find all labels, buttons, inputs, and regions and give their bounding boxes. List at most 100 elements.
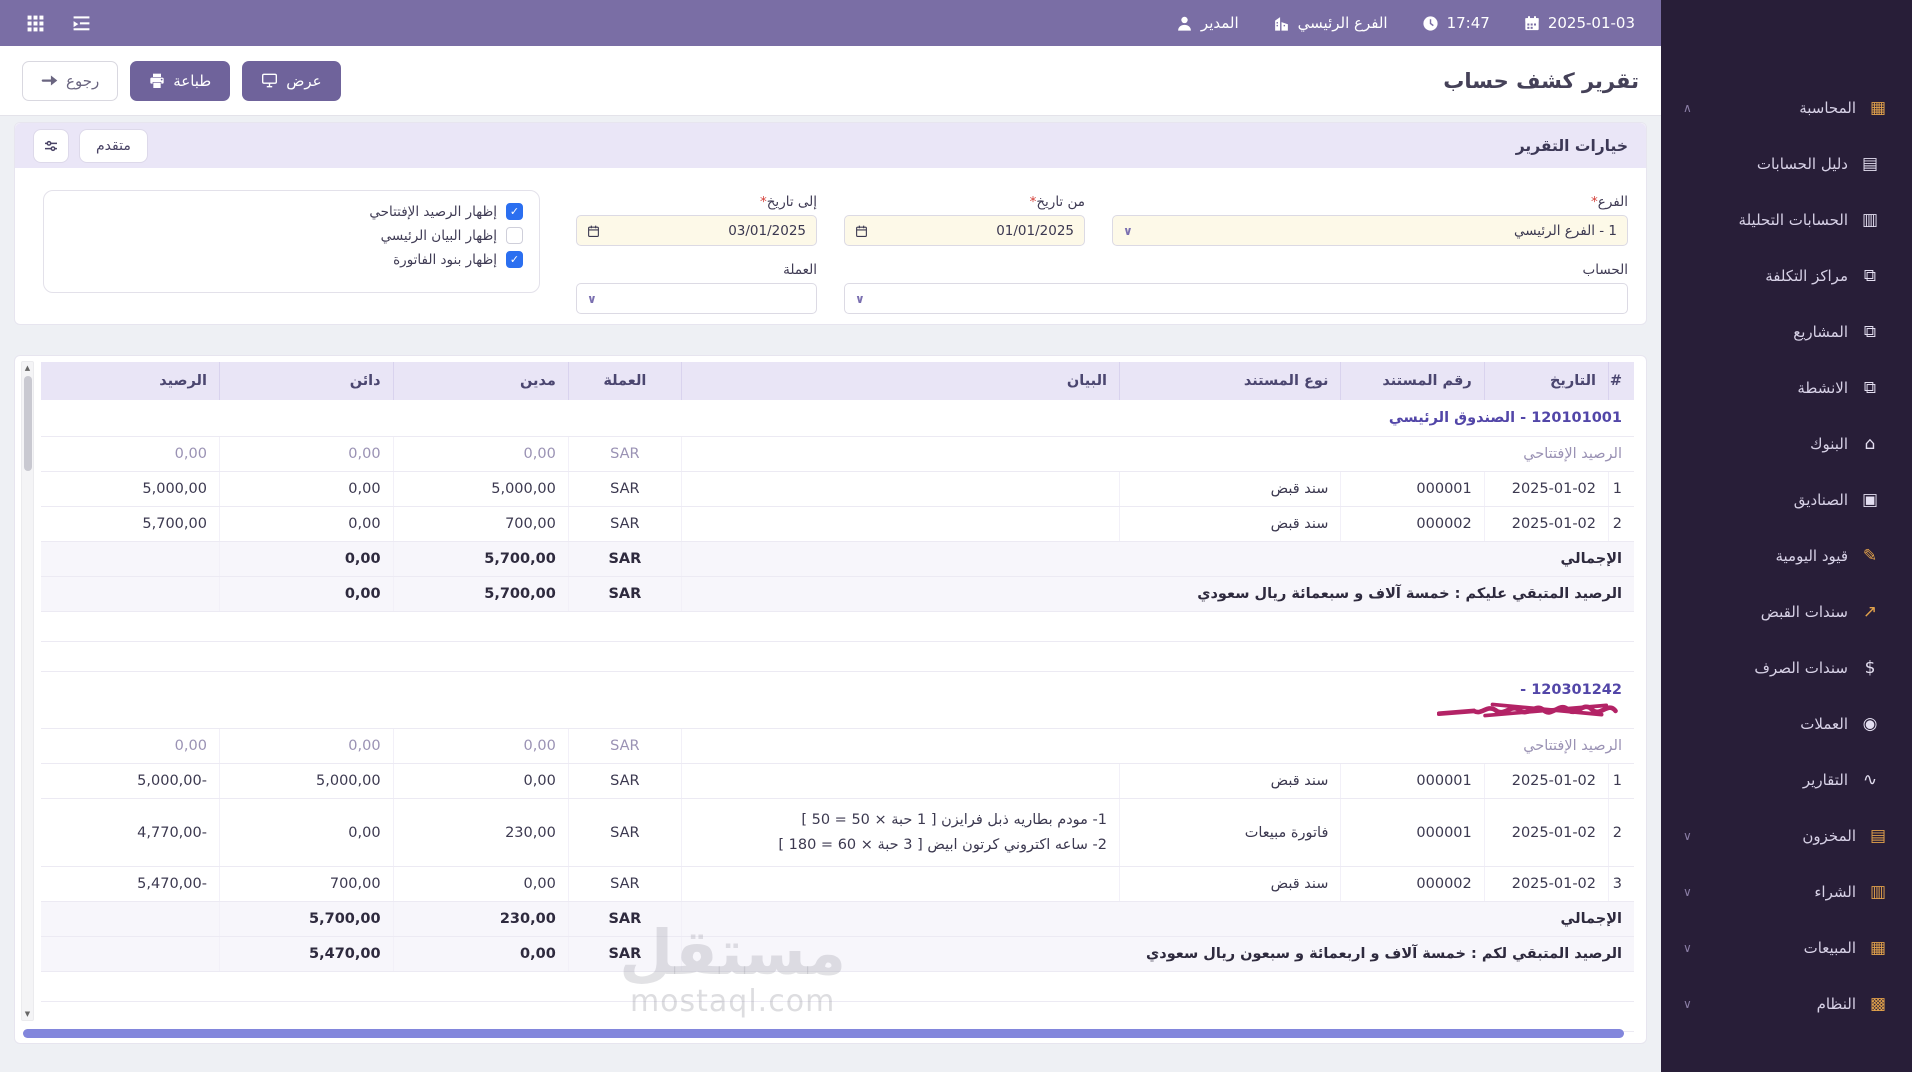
inventory-icon: ▤ (1869, 826, 1887, 846)
app-root: ▦ المحاسبة ∧ ▤ دليل الحسابات ▥ الحسابات التحلي… (0, 0, 1912, 1072)
sidebar-item-inventory[interactable]: ▤ المخزون ∨ (1661, 810, 1912, 862)
opening-label: الرصيد الإفتتاحي (680, 436, 1634, 472)
sec-row: 120301242 - (41, 671, 1634, 729)
page-title: تقرير كشف حساب (1443, 68, 1639, 93)
credit-cell: 0,00 (218, 541, 394, 577)
description-cell (680, 506, 1120, 542)
report-options-panel: خيارات التقرير متقدم الفرع* 1 - الفرع ال… (14, 122, 1647, 325)
branch-label: الفرع الرئيسي (1297, 14, 1388, 32)
remaining-label: الرصيد المتبقي عليكم : خمسة آلاف و سبعما… (680, 576, 1634, 612)
sidebar-item-label: العملات (1800, 715, 1848, 733)
balance-cell: 5,000,00 (41, 471, 220, 507)
to-date-input[interactable]: 03/01/2025 (576, 215, 817, 246)
branch-field: الفرع* 1 - الفرع الرئيسي ∨ (1112, 194, 1628, 246)
to-date-label: إلى تاريخ* (759, 194, 817, 210)
sidebar-item-sales[interactable]: ▦ المبيعات ∨ (1661, 922, 1912, 974)
account-link[interactable]: 120101001 - الصندوق الرئيسي (1389, 410, 1622, 426)
calendar-icon (587, 224, 600, 238)
sidebar-item-safes[interactable]: ▣ الصناديق (1661, 474, 1912, 526)
sidebar-item-activities[interactable]: ⧉ الانشطة (1661, 362, 1912, 414)
print-button[interactable]: طباعة (130, 60, 231, 101)
checkbox-checked-icon[interactable]: ✓ (506, 203, 523, 220)
column-header-1: التاريخ (1483, 362, 1609, 400)
account-link[interactable]: 120301242 - (1520, 682, 1622, 698)
checkbox-label: إظهار الرصيد الإفتتاحي (369, 203, 497, 220)
debit-cell: 0,00 (392, 436, 569, 472)
chart-of-accounts-icon: ▤ (1861, 154, 1879, 174)
sidebar-item-reports[interactable]: ∿ التقارير (1661, 754, 1912, 806)
sidebar-item-label: الشراء (1814, 883, 1856, 901)
row-number: 1 (1608, 471, 1634, 507)
currency-cell: SAR (567, 901, 682, 938)
account-select[interactable]: ∨ (844, 283, 1628, 314)
branch-select[interactable]: 1 - الفرع الرئيسي ∨ (1112, 215, 1628, 246)
tot-row: الإجمالي SAR 230,00 5,700,00 (41, 901, 1634, 938)
currency-select[interactable]: ∨ (576, 283, 817, 314)
credit-cell: 700,00 (218, 866, 394, 903)
debit-cell: 0,00 (392, 936, 569, 973)
horizontal-scrollbar[interactable] (23, 1029, 1624, 1038)
apps-grid-icon[interactable] (26, 14, 45, 33)
branch-label: الفرع* (1591, 194, 1628, 210)
scroll-down-icon[interactable]: ▼ (22, 1009, 33, 1019)
date-label: 2025-01-03 (1547, 14, 1635, 32)
credit-cell: 0,00 (218, 506, 394, 542)
debit-cell: 0,00 (392, 728, 569, 764)
sidebar-item-accounting[interactable]: ▦ المحاسبة ∧ (1661, 82, 1912, 134)
currency-field: العملة ∨ (576, 262, 817, 314)
sidebar-item-journal-entries[interactable]: ✎ قيود اليومية (1661, 530, 1912, 582)
checkbox-show-invoice-items[interactable]: ✓ إظهار بنود الفاتورة (60, 251, 523, 268)
description-cell: 1- مودم بطاريه ذبل فرايزن [ 1 حبة × 50 =… (680, 798, 1120, 868)
chevron-down-icon: ∨ (1683, 885, 1692, 899)
sidebar-item-label: سندات القبض (1760, 603, 1848, 621)
total-label: الإجمالي (680, 901, 1634, 938)
doc-type-cell: فاتورة مبيعات (1118, 798, 1341, 868)
spacer-row (41, 971, 1634, 1003)
sidebar-item-payment-vouchers[interactable]: $ سندات الصرف (1661, 642, 1912, 694)
spacer-row (41, 641, 1634, 672)
journal-entries-icon: ✎ (1862, 546, 1878, 566)
advanced-button[interactable]: متقدم (79, 128, 148, 163)
credit-cell: 0,00 (218, 436, 394, 472)
purchases-icon: ▥ (1869, 882, 1887, 902)
content: خيارات التقرير متقدم الفرع* 1 - الفرع ال… (0, 116, 1661, 1072)
sidebar-item-banks[interactable]: ⌂ البنوك (1661, 418, 1912, 470)
column-header-6: مدين (392, 362, 569, 400)
chevron-down-icon: ∨ (1683, 829, 1692, 843)
debit-cell: 700,00 (392, 506, 569, 542)
current-branch: الفرع الرئيسي (1273, 14, 1388, 32)
checkbox-show-opening-balance[interactable]: ✓ إظهار الرصيد الإفتتاحي (60, 203, 523, 220)
sidebar-item-label: البنوك (1810, 435, 1848, 453)
filters-button[interactable] (33, 128, 69, 163)
sidebar-item-purchases[interactable]: ▥ الشراء ∨ (1661, 866, 1912, 918)
column-header-3: نوع المستند (1118, 362, 1341, 400)
sidebar-item-receipt-vouchers[interactable]: ↗ سندات القبض (1661, 586, 1912, 638)
checkbox-show-main-statement[interactable]: إظهار البيان الرئيسي (60, 227, 523, 244)
sidebar-item-cost-centers[interactable]: ⧉ مراكز التكلفة (1661, 250, 1912, 302)
sidebar-item-analytic-accounts[interactable]: ▥ الحسابات التحليلة (1661, 194, 1912, 246)
scrollbar-thumb[interactable] (23, 376, 32, 471)
sidebar-toggle-icon[interactable] (71, 14, 92, 33)
display-options-box: ✓ إظهار الرصيد الإفتتاحي إظهار البيان الرئ… (43, 190, 540, 293)
chevron-down-icon: ∨ (855, 291, 865, 306)
table-row: 2 2025-01-02 000001 فاتورة مبيعات 1- مودم بط… (41, 798, 1634, 868)
checkbox-checked-icon[interactable]: ✓ (506, 251, 523, 268)
back-button-label: رجوع (66, 71, 100, 90)
sidebar-item-currencies[interactable]: ◉ العملات (1661, 698, 1912, 750)
scroll-up-icon[interactable]: ▲ (22, 363, 33, 373)
vertical-scrollbar[interactable]: ▲ ▼ (21, 361, 34, 1021)
sidebar-item-system[interactable]: ▩ النظام ∨ (1661, 978, 1912, 1030)
view-button[interactable]: عرض (242, 60, 341, 101)
sidebar-item-projects[interactable]: ⧉ المشاريع (1661, 306, 1912, 358)
balance-cell: 5,000,00- (41, 763, 220, 799)
sidebar-item-chart-of-accounts[interactable]: ▤ دليل الحسابات (1661, 138, 1912, 190)
chevron-down-icon: ∨ (587, 291, 597, 306)
balance-cell: 4,770,00- (41, 798, 220, 868)
back-button[interactable]: رجوع (22, 60, 119, 101)
sec-row: 120101001 - الصندوق الرئيسي (41, 400, 1634, 437)
doc-number-cell: 000001 (1340, 798, 1485, 868)
remaining-label: الرصيد المتبقي لكم : خمسة آلاف و اربعمائ… (680, 936, 1634, 973)
checkbox-unchecked-icon[interactable] (506, 227, 523, 244)
topbar-actions (26, 14, 92, 33)
from-date-input[interactable]: 01/01/2025 (844, 215, 1085, 246)
